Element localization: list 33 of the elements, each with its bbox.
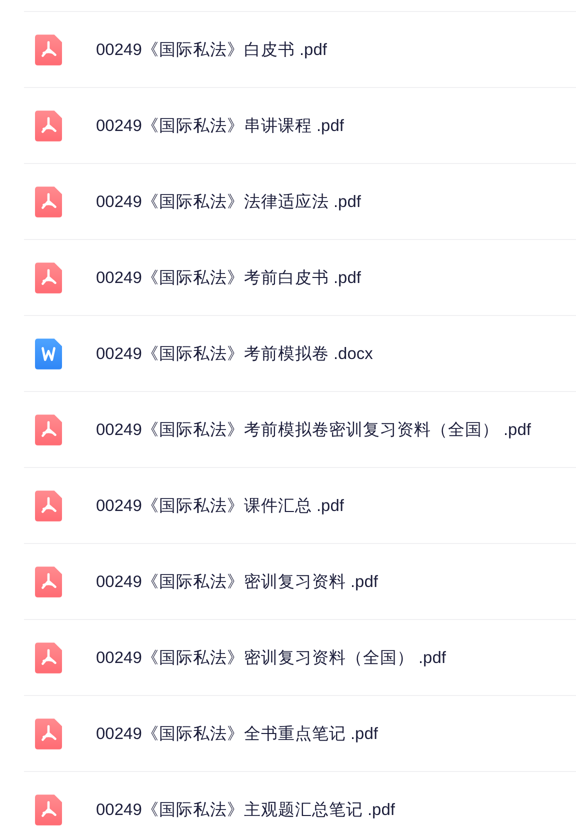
pdf-file-icon — [35, 414, 62, 446]
file-row[interactable]: 00249《国际私法》课件汇总 .pdf — [24, 467, 576, 543]
pdf-file-icon — [35, 186, 62, 218]
file-name: 00249《国际私法》串讲课程 .pdf — [96, 116, 344, 136]
file-row[interactable]: 00249《国际私法》法律适应法 .pdf — [24, 163, 576, 239]
pdf-file-icon — [35, 718, 62, 750]
file-row[interactable]: 00249《国际私法》考前白皮书 .pdf — [24, 239, 576, 315]
file-name: 00249《国际私法》密训复习资料 .pdf — [96, 572, 378, 592]
pdf-file-icon — [35, 490, 62, 522]
pdf-file-icon — [35, 34, 62, 66]
pdf-file-icon — [35, 566, 62, 598]
file-name: 00249《国际私法》主观题汇总笔记 .pdf — [96, 800, 395, 820]
file-row[interactable]: 00249《国际私法》考前模拟卷密训复习资料（全国） .pdf — [24, 391, 576, 467]
pdf-file-icon — [35, 794, 62, 826]
file-name: 00249《国际私法》密训复习资料（全国） .pdf — [96, 648, 446, 668]
file-name: 00249《国际私法》课件汇总 .pdf — [96, 496, 344, 516]
pdf-file-icon — [35, 642, 62, 674]
pdf-file-icon — [35, 262, 62, 294]
file-name: 00249《国际私法》白皮书 .pdf — [96, 40, 327, 60]
file-row[interactable]: 00249《国际私法》密训复习资料 .pdf — [24, 543, 576, 619]
file-name: 00249《国际私法》考前模拟卷密训复习资料（全国） .pdf — [96, 420, 531, 440]
file-row[interactable]: 00249《国际私法》全书重点笔记 .pdf — [24, 695, 576, 771]
file-row[interactable]: 00249《国际私法》白皮书 .pdf — [24, 11, 576, 87]
file-row[interactable]: 00249《国际私法》主观题汇总笔记 .pdf — [24, 771, 576, 828]
file-name: 00249《国际私法》考前白皮书 .pdf — [96, 268, 361, 288]
file-row[interactable]: 00249《国际私法》考前模拟卷 .docx — [24, 315, 576, 391]
file-name: 00249《国际私法》考前模拟卷 .docx — [96, 344, 373, 364]
file-row[interactable]: 00249《国际私法》串讲课程 .pdf — [24, 87, 576, 163]
word-file-icon — [35, 338, 62, 370]
file-row[interactable]: 00249《国际私法》密训复习资料（全国） .pdf — [24, 619, 576, 695]
file-name: 00249《国际私法》全书重点笔记 .pdf — [96, 724, 378, 744]
file-name: 00249《国际私法》法律适应法 .pdf — [96, 192, 361, 212]
pdf-file-icon — [35, 110, 62, 142]
